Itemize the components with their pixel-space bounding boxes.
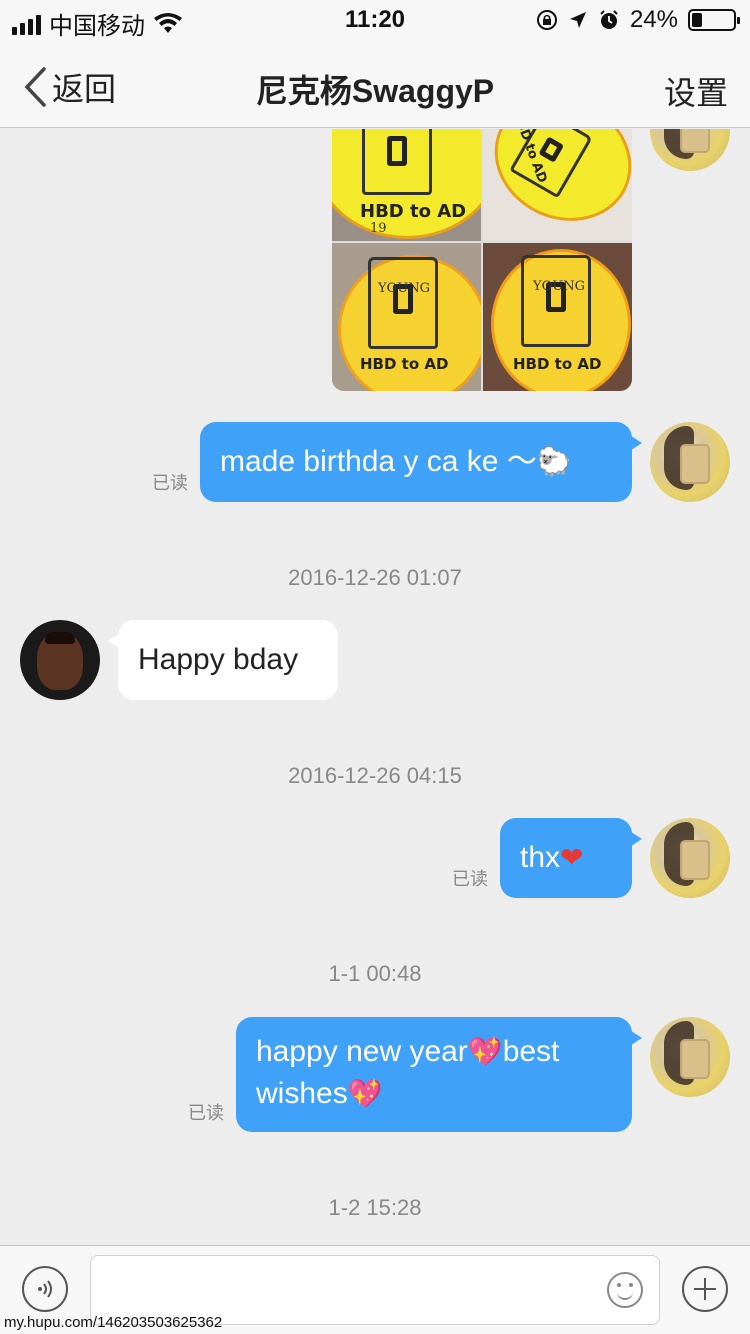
cake-text: HBD to AD [360,355,449,373]
jersey-text: YOUNG [378,281,430,296]
message-timestamp: 2016-12-26 04:15 [288,763,462,788]
battery-fill [692,13,702,27]
sparkling-heart-emoji-icon: 💖 [467,1035,503,1068]
cake-text: HBD to AD [360,201,467,222]
sparkling-heart-emoji-icon: 💖 [347,1077,383,1110]
message-bubble[interactable]: thx❤ [500,818,642,898]
cake-text: HBD to AD [513,355,602,373]
read-receipt: 已读 [188,1103,224,1123]
emoji-button[interactable] [607,1272,643,1308]
message-bubble[interactable]: Happy bday [108,620,338,700]
message-text: best [502,1035,560,1068]
message-timestamp: 1-1 00:48 [328,961,422,986]
status-bar: 中国移动 11:20 24% [0,0,750,40]
chat-area[interactable]: HBD to AD 19 HBD to AD YOUNG HBD to AD Y… [0,129,750,1245]
message-timestamp: 2016-12-26 01:07 [288,565,462,590]
avatar[interactable] [650,129,730,171]
message-text: happy new year [256,1035,468,1068]
message-text: Happy bday [138,643,299,676]
message-text: wishes [256,1077,348,1110]
status-right: 24% [536,6,740,34]
settings-button[interactable]: 设置 [664,68,728,114]
cake-photo: YOUNG HBD to AD [483,243,632,391]
cake-photo: YOUNG HBD to AD [332,243,481,391]
cake-photo: HBD to AD [483,129,632,241]
message-line: happy new year💖best [256,1031,612,1073]
avatar[interactable] [650,422,730,502]
battery-percent: 24% [629,6,678,33]
photo-message[interactable]: HBD to AD 19 HBD to AD YOUNG HBD to AD Y… [332,129,632,391]
avatar[interactable] [650,1017,730,1097]
jersey-text: YOUNG [533,279,585,294]
add-attachment-button[interactable] [682,1266,728,1312]
message-timestamp: 1-2 15:28 [328,1195,422,1220]
page-title: 尼克杨SwaggyP [255,73,495,109]
battery-icon [688,9,740,31]
message-bubble[interactable]: made birthda y ca ke ～🐑 [200,422,642,502]
sheep-emoji-icon: 🐑 [536,445,572,478]
location-icon [569,12,586,28]
read-receipt: 已读 [452,869,488,889]
read-receipt: 已读 [152,473,188,493]
voice-button[interactable] [22,1266,68,1312]
message-text: thx [520,841,561,874]
message-line: wishes💖 [256,1073,612,1115]
avatar[interactable] [650,818,730,898]
rotation-lock-icon [536,10,557,30]
alarm-icon [600,10,618,29]
nav-bar: 返回 尼克杨SwaggyP 设置 [0,40,750,128]
cake-photo: HBD to AD 19 [332,129,481,241]
voice-icon [38,1280,52,1298]
message-bubble[interactable]: happy new year💖best wishes💖 [236,1017,642,1132]
watermark: my.hupu.com/146203503625362 [4,1314,223,1331]
cake-subtext: 19 [370,221,387,236]
avatar[interactable] [20,620,100,700]
message-text: made birthda y ca ke ～ [220,445,537,478]
heart-emoji-icon: ❤ [560,841,584,874]
